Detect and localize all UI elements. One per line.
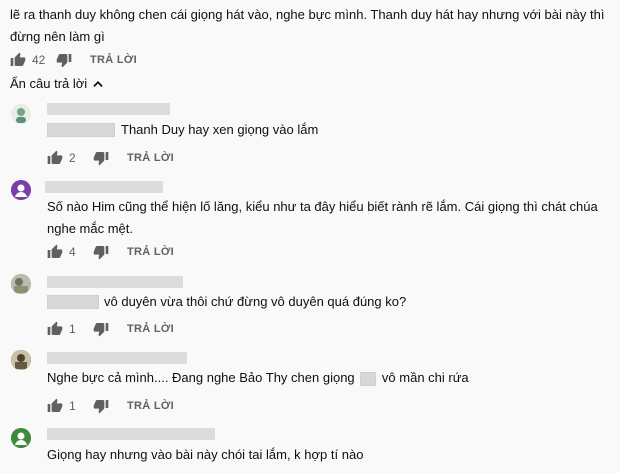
username-redacted — [47, 428, 215, 440]
person-silhouette-icon — [11, 180, 31, 200]
dislike-button[interactable] — [93, 244, 109, 260]
avatar[interactable] — [11, 180, 31, 200]
thumbs-down-icon — [93, 152, 109, 166]
hide-replies-label: Ẩn câu trả lời — [10, 76, 88, 91]
thumbs-up-icon — [47, 244, 63, 258]
thumbs-down-icon — [93, 323, 109, 337]
like-count: 4 — [69, 245, 76, 259]
chevron-up-icon — [91, 77, 105, 91]
reply-button[interactable]: TRẢ LỜI — [127, 246, 174, 258]
reply-text: Nghe bực cả mình.... Đang nghe Bảo Thy c… — [47, 367, 607, 389]
like-button[interactable] — [47, 398, 63, 414]
reply-text: Giọng hay nhưng vào bài này chói tai lắm… — [47, 447, 364, 462]
avatar[interactable] — [11, 104, 31, 124]
like-button[interactable] — [10, 52, 26, 68]
username-redacted — [45, 181, 163, 193]
thumbs-up-icon — [47, 150, 63, 164]
reply-button[interactable]: TRẢ LỜI — [90, 54, 137, 66]
reply-actions: 1 TRẢ LỜI — [47, 320, 174, 338]
avatar[interactable] — [11, 274, 31, 294]
like-count: 1 — [69, 322, 76, 336]
dislike-button[interactable] — [93, 398, 109, 414]
thumbs-up-icon — [47, 398, 63, 412]
reply-text: vô duyên vừa thôi chứ đừng vô duyên quá … — [104, 294, 407, 309]
thumbs-down-icon — [56, 54, 72, 68]
reply-actions: 1 TRẢ LỜI — [47, 397, 174, 415]
reply-button[interactable]: TRẢ LỜI — [127, 400, 174, 412]
reply-text: Thanh Duy hay xen giọng vào lắm — [121, 122, 319, 137]
person-avatar-icon — [11, 104, 31, 124]
reply-button[interactable]: TRẢ LỜI — [127, 152, 174, 164]
comment-text: lẽ ra thanh duy không chen cái giọng hát… — [10, 7, 605, 44]
like-count: 2 — [69, 151, 76, 165]
like-button[interactable] — [47, 150, 63, 166]
thumbs-up-icon — [10, 52, 26, 66]
username-redacted — [47, 103, 170, 115]
avatar[interactable] — [11, 428, 31, 448]
like-button[interactable] — [47, 321, 63, 337]
reply-text-before: Nghe bực cả mình.... Đang nghe Bảo Thy c… — [47, 370, 355, 385]
username-redacted — [47, 276, 183, 288]
reply-actions: 2 TRẢ LỜI — [47, 149, 174, 167]
dislike-button[interactable] — [56, 52, 72, 68]
mention-redacted — [47, 123, 115, 137]
person-silhouette-icon — [11, 428, 31, 448]
username-redacted — [47, 352, 187, 364]
hide-replies-toggle[interactable]: Ẩn câu trả lời — [10, 76, 105, 91]
reply-text: Số nào Him cũng thể hiện lố lăng, kiểu n… — [47, 199, 598, 236]
reply-actions: 4 TRẢ LỜI — [47, 243, 174, 261]
like-count: 42 — [32, 53, 46, 67]
reply-button[interactable]: TRẢ LỜI — [127, 323, 174, 335]
thumbs-up-icon — [47, 321, 63, 335]
mention-redacted — [47, 295, 99, 309]
like-button[interactable] — [47, 244, 63, 260]
like-count: 1 — [69, 399, 76, 413]
comment-actions: 42 TRẢ LỜI — [10, 51, 137, 69]
dislike-button[interactable] — [93, 321, 109, 337]
dislike-button[interactable] — [93, 150, 109, 166]
photo-avatar-icon — [11, 274, 31, 294]
reply-text-after: vô mần chi rứa — [381, 370, 469, 385]
avatar[interactable] — [11, 350, 31, 370]
thumbs-down-icon — [93, 400, 109, 414]
photo-avatar-icon — [11, 350, 31, 370]
mention-redacted — [360, 371, 377, 386]
thumbs-down-icon — [93, 246, 109, 260]
